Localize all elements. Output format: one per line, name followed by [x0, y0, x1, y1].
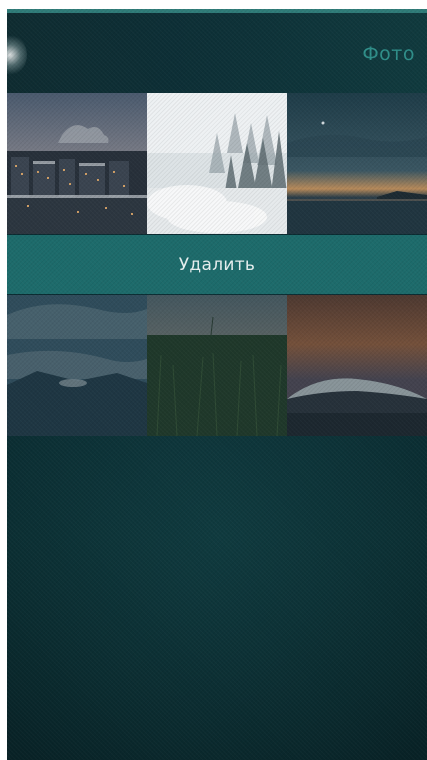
photo-row-2 [7, 295, 427, 436]
photo-thumbnail-forest[interactable] [147, 93, 287, 234]
photo-thumbnail-lake[interactable] [287, 93, 427, 234]
lake-sunset-photo [287, 93, 427, 234]
thumbnail-dim-overlay [147, 295, 287, 436]
pulley-glow-icon [7, 35, 27, 75]
photo-thumbnail-city[interactable] [7, 93, 147, 234]
photo-thumbnail-sky[interactable] [7, 295, 147, 436]
photo-thumbnail-hill[interactable] [287, 295, 427, 436]
photo-gallery-screen: Фото Удалить [7, 9, 427, 760]
snowy-forest-photo [147, 93, 287, 234]
thumbnail-dim-overlay [7, 295, 147, 436]
thumbnail-dim-overlay [287, 295, 427, 436]
page-title: Фото [362, 43, 415, 65]
delete-button[interactable]: Удалить [7, 235, 427, 294]
photo-row-1 [7, 93, 427, 234]
header: Фото [7, 13, 427, 93]
photo-thumbnail-field[interactable] [147, 295, 287, 436]
city-night-photo [7, 93, 147, 234]
